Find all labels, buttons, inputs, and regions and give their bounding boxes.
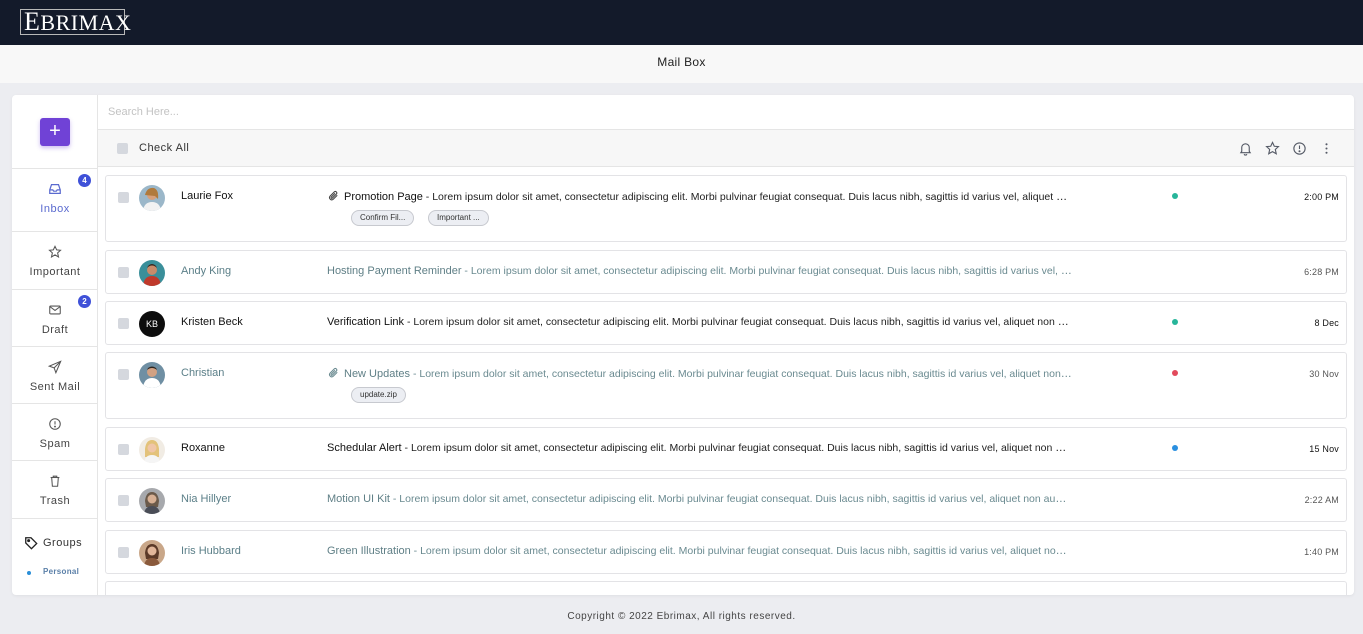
mail-toolbar: Check All — [98, 130, 1354, 167]
sidebar-item-sent-mail[interactable]: Sent Mail — [12, 346, 98, 403]
attachment-chip[interactable]: Important ... — [428, 210, 489, 226]
sidebar-item-trash[interactable]: Trash — [12, 460, 98, 517]
mail-checkbox[interactable] — [118, 369, 129, 380]
footer-copyright: Copyright © 2022 Ebrimax, All rights res… — [567, 611, 796, 622]
mail-row[interactable]: Iris Hubbard Green Illustration - Lorem … — [105, 530, 1347, 574]
search-bar — [98, 95, 1354, 130]
mail-row[interactable]: KB Kristen Beck Verification Link - Lore… — [105, 301, 1347, 345]
mail-row[interactable]: Nia Hillyer Motion UI Kit - Lorem ipsum … — [105, 478, 1347, 522]
sidebar-item-label: Sent Mail — [29, 381, 81, 393]
mail-checkbox[interactable] — [118, 318, 129, 329]
trash-icon — [50, 475, 60, 487]
send-icon — [48, 360, 62, 374]
avatar — [139, 488, 165, 514]
sidebar-item-label: Inbox — [40, 203, 70, 215]
top-navbar: EBRIMAX — [0, 0, 1363, 45]
avatar — [139, 260, 165, 286]
status-dot — [1172, 445, 1178, 451]
alert-icon — [49, 418, 61, 430]
mail-checkbox[interactable] — [118, 192, 129, 203]
sender-name: Christian — [181, 367, 225, 379]
mail-row[interactable]: Roxanne Schedular Alert - Lorem ipsum do… — [105, 427, 1347, 471]
mail-row[interactable] — [105, 581, 1347, 595]
mail-row[interactable]: Andy King Hosting Payment Reminder - Lor… — [105, 250, 1347, 294]
search-input[interactable] — [98, 95, 1354, 129]
page-title: Mail Box — [0, 45, 1363, 83]
attachment-chip[interactable]: Confirm Fil... — [351, 210, 415, 226]
mail-subject: New Updates - Lorem ipsum dolor sit amet… — [327, 367, 1072, 380]
sidebar-item-label: Draft — [41, 324, 69, 336]
bell-icon[interactable] — [1238, 141, 1253, 156]
inbox-count-badge: 4 — [78, 174, 91, 187]
group-item-personal[interactable]: Personal — [43, 567, 79, 576]
sender-name: Laurie Fox — [181, 190, 233, 202]
star-icon — [48, 245, 62, 258]
sidebar-item-label: Important — [29, 266, 81, 278]
mail-subject: Promotion Page - Lorem ipsum dolor sit a… — [327, 190, 1072, 203]
sidebar-item-label: Spam — [39, 438, 71, 450]
mail-time: 2:00 PM — [1304, 192, 1339, 202]
groups-section: Groups Personal — [12, 518, 98, 595]
sidebar-item-label: Trash — [39, 495, 71, 507]
draft-count-badge: 2 — [78, 295, 91, 308]
mail-checkbox[interactable] — [118, 495, 129, 506]
mail-checkbox[interactable] — [118, 267, 129, 278]
mail-time: 15 Nov — [1309, 444, 1339, 454]
mail-checkbox[interactable] — [118, 444, 129, 455]
avatar — [139, 362, 165, 388]
check-all-label[interactable]: Check All — [139, 142, 189, 154]
avatar — [139, 437, 165, 463]
sender-name: Iris Hubbard — [181, 545, 241, 557]
mail-subject: Motion UI Kit - Lorem ipsum dolor sit am… — [327, 493, 1072, 505]
mail-time: 1:40 PM — [1304, 547, 1339, 557]
mail-time: 6:28 PM — [1304, 267, 1339, 277]
sidebar-item-spam[interactable]: Spam — [12, 403, 98, 460]
mail-subject: Schedular Alert - Lorem ipsum dolor sit … — [327, 442, 1072, 454]
mail-subject: Green Illustration - Lorem ipsum dolor s… — [327, 545, 1072, 557]
attachment-icon — [329, 190, 338, 201]
compose-button[interactable]: + — [40, 118, 70, 146]
sender-name: Roxanne — [181, 442, 226, 454]
mail-subject: Hosting Payment Reminder - Lorem ipsum d… — [327, 265, 1072, 277]
mail-list: Laurie Fox Promotion Page - Lorem ipsum … — [98, 167, 1354, 595]
status-dot — [1172, 193, 1178, 199]
mail-time: 2:22 AM — [1304, 495, 1339, 505]
brand-logo[interactable]: EBRIMAX — [20, 9, 131, 35]
mail-icon — [49, 305, 61, 315]
inbox-icon — [49, 184, 61, 194]
check-all-checkbox[interactable] — [117, 143, 128, 154]
star-icon[interactable] — [1265, 141, 1280, 156]
avatar — [139, 185, 165, 211]
attachment-icon — [329, 367, 338, 378]
more-vertical-icon[interactable] — [1319, 141, 1334, 156]
mail-time: 30 Nov — [1309, 369, 1339, 379]
mail-sidebar: + 4 Inbox Important 2 Draft Sent Mail Sp… — [12, 95, 98, 595]
tag-icon — [25, 537, 38, 550]
mail-row[interactable]: Christian New Updates - Lorem ipsum dolo… — [105, 352, 1347, 419]
sidebar-item-important[interactable]: Important — [12, 231, 98, 288]
sidebar-item-inbox[interactable]: 4 Inbox — [12, 168, 98, 225]
status-dot — [1172, 319, 1178, 325]
attachment-chip[interactable]: update.zip — [351, 387, 406, 403]
alert-icon[interactable] — [1292, 141, 1307, 156]
group-color-dot — [27, 571, 31, 575]
mail-subject: Verification Link - Lorem ipsum dolor si… — [327, 316, 1072, 328]
sender-name: Nia Hillyer — [181, 493, 232, 505]
avatar — [139, 540, 165, 566]
sender-name: Andy King — [181, 265, 232, 277]
status-dot — [1172, 370, 1178, 376]
avatar: KB — [139, 311, 165, 337]
mail-checkbox[interactable] — [118, 547, 129, 558]
mail-time: 8 Dec — [1314, 318, 1339, 328]
groups-label: Groups — [43, 537, 83, 549]
mailbox-card: + 4 Inbox Important 2 Draft Sent Mail Sp… — [12, 95, 1354, 595]
sidebar-item-draft[interactable]: 2 Draft — [12, 289, 98, 346]
sender-name: Kristen Beck — [181, 316, 243, 328]
mail-row[interactable]: Laurie Fox Promotion Page - Lorem ipsum … — [105, 175, 1347, 242]
